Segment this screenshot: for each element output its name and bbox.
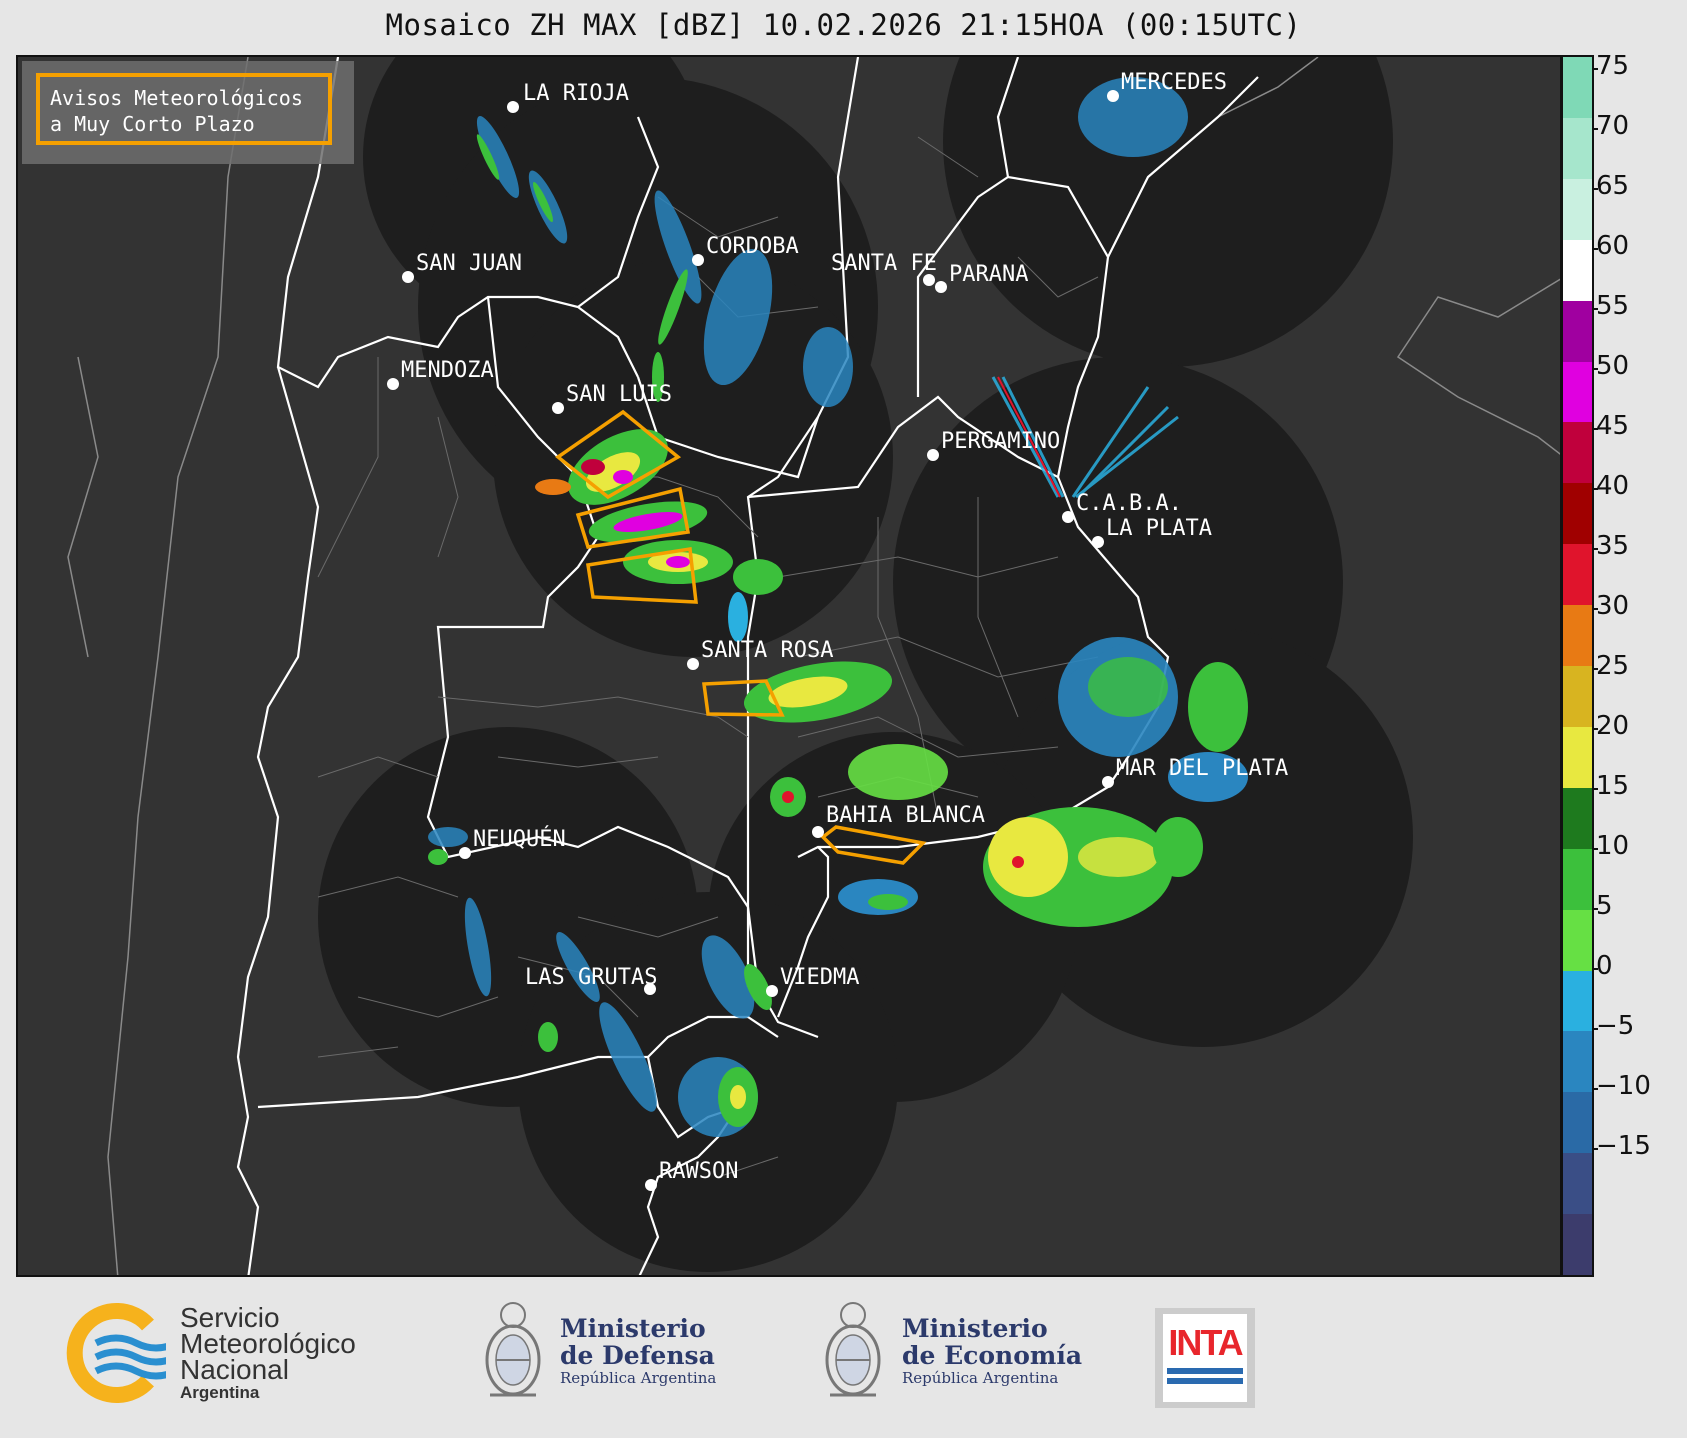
smn-emblem-icon [66,1303,166,1403]
defensa-line1: Ministerio [560,1314,706,1343]
colorbar-tick-label: 60 [1591,231,1630,261]
city-label: LA PLATA [1106,516,1212,541]
colorbar-tick-label: 45 [1591,411,1630,441]
colorbar-segment [1563,726,1592,789]
warning-legend-frame: Avisos Meteorológicos a Muy Corto Plazo [36,73,332,145]
colorbar-tick-label: 20 [1591,711,1630,741]
inta-panel: INTA [1163,1314,1247,1402]
colorbar-segment [1563,787,1592,850]
reflectivity-colorbar [1561,55,1594,1277]
colorbar-tick-label: 35 [1591,531,1630,561]
colorbar-tick-label: 30 [1591,591,1630,621]
inta-stripe [1167,1378,1243,1384]
warning-legend-line1: Avisos Meteorológicos [50,86,303,110]
colorbar-tick-label: 25 [1591,651,1630,681]
colorbar-segment [1563,970,1592,1033]
colorbar-tick-label: 40 [1591,471,1630,501]
coat-of-arms-icon [825,1302,881,1397]
ministerio-defensa-logo: Ministerio de Defensa República Argentin… [478,1295,738,1415]
warning-legend-line2: a Muy Corto Plazo [50,112,255,136]
colorbar-tick-label: 75 [1591,51,1630,81]
city-label: NEUQUÉN [473,826,566,852]
colorbar-segment [1563,361,1592,424]
city-label: PARANA [949,262,1028,287]
economia-line1: Ministerio [902,1314,1048,1343]
city-label: SAN LUIS [566,382,672,407]
colorbar-segment [1563,239,1592,302]
radar-map[interactable]: LA RIOJA CORDOBA SAN JUAN SANTA FE PARAN… [16,55,1562,1277]
map-title: Mosaico ZH MAX [dBZ] 10.02.2026 21:15HOA… [385,8,1302,42]
city-label: RAWSON [659,1159,738,1184]
coat-of-arms-icon [485,1302,541,1397]
colorbar-tick-label: 70 [1591,111,1630,141]
colorbar-segment [1563,300,1592,363]
colorbar-segment [1563,178,1592,241]
colorbar-segment [1563,1031,1592,1094]
city-label: MERCEDES [1121,70,1227,95]
city-label: LA RIOJA [523,81,629,106]
colorbar-tick-label: −5 [1591,1011,1635,1041]
city-label: MENDOZA [401,358,494,383]
smn-line3: Nacional [180,1354,289,1385]
colorbar-segment [1563,909,1592,972]
colorbar-segment [1563,483,1592,546]
colorbar-tick-label: 15 [1591,771,1630,801]
colorbar-tick-label: 65 [1591,171,1630,201]
colorbar-segment [1563,544,1592,607]
defensa-line3: República Argentina [560,1369,717,1387]
colorbar-tick-label: 50 [1591,351,1630,381]
colorbar-segment [1563,848,1592,911]
colorbar-segment [1563,1214,1592,1275]
city-label: SANTA ROSA [701,638,833,663]
colorbar-segment [1563,422,1592,485]
colorbar-segment [1563,117,1592,180]
city-label: BAHIA BLANCA [826,803,985,828]
city-label: VIEDMA [780,965,859,990]
colorbar-segment [1563,605,1592,667]
city-label: LAS GRUTAS [525,965,657,990]
inta-logo: INTA [1155,1308,1255,1408]
colorbar-tick-label: 55 [1591,291,1630,321]
colorbar-segment [1563,1153,1592,1216]
colorbar-segment [1563,666,1592,728]
inta-wordmark: INTA [1168,1322,1243,1363]
warning-legend: Avisos Meteorológicos a Muy Corto Plazo [22,61,354,164]
city-label: CORDOBA [706,234,799,259]
colorbar-segment [1563,1092,1592,1155]
city-label: SAN JUAN [416,251,522,276]
smn-logo: Servicio Meteorológico Nacional Argentin… [66,1303,386,1413]
ministerio-economia-logo: Ministerio de Economía República Argenti… [818,1295,1098,1415]
smn-line4: Argentina [180,1383,260,1402]
defensa-line2: de Defensa [560,1341,715,1370]
inta-stripe [1167,1368,1243,1374]
city-label: PERGAMINO [941,429,1060,454]
economia-line3: República Argentina [902,1369,1059,1387]
city-label: MAR DEL PLATA [1116,756,1288,781]
city-label: C.A.B.A. [1076,491,1182,516]
colorbar-tick-label: 5 [1592,891,1613,921]
colorbar-tick-label: −15 [1592,1131,1651,1161]
colorbar-tick-label: 0 [1592,951,1613,981]
city-label: SANTA FE [831,251,937,276]
colorbar-tick-label: −10 [1592,1071,1651,1101]
map-canvas: LA RIOJA CORDOBA SAN JUAN SANTA FE PARAN… [67,57,1560,1275]
logos-footer: Servicio Meteorológico Nacional Argentin… [0,1280,1687,1438]
colorbar-segment [1563,57,1592,119]
colorbar-tick-label: 10 [1591,831,1630,861]
economia-line2: de Economía [902,1341,1083,1370]
